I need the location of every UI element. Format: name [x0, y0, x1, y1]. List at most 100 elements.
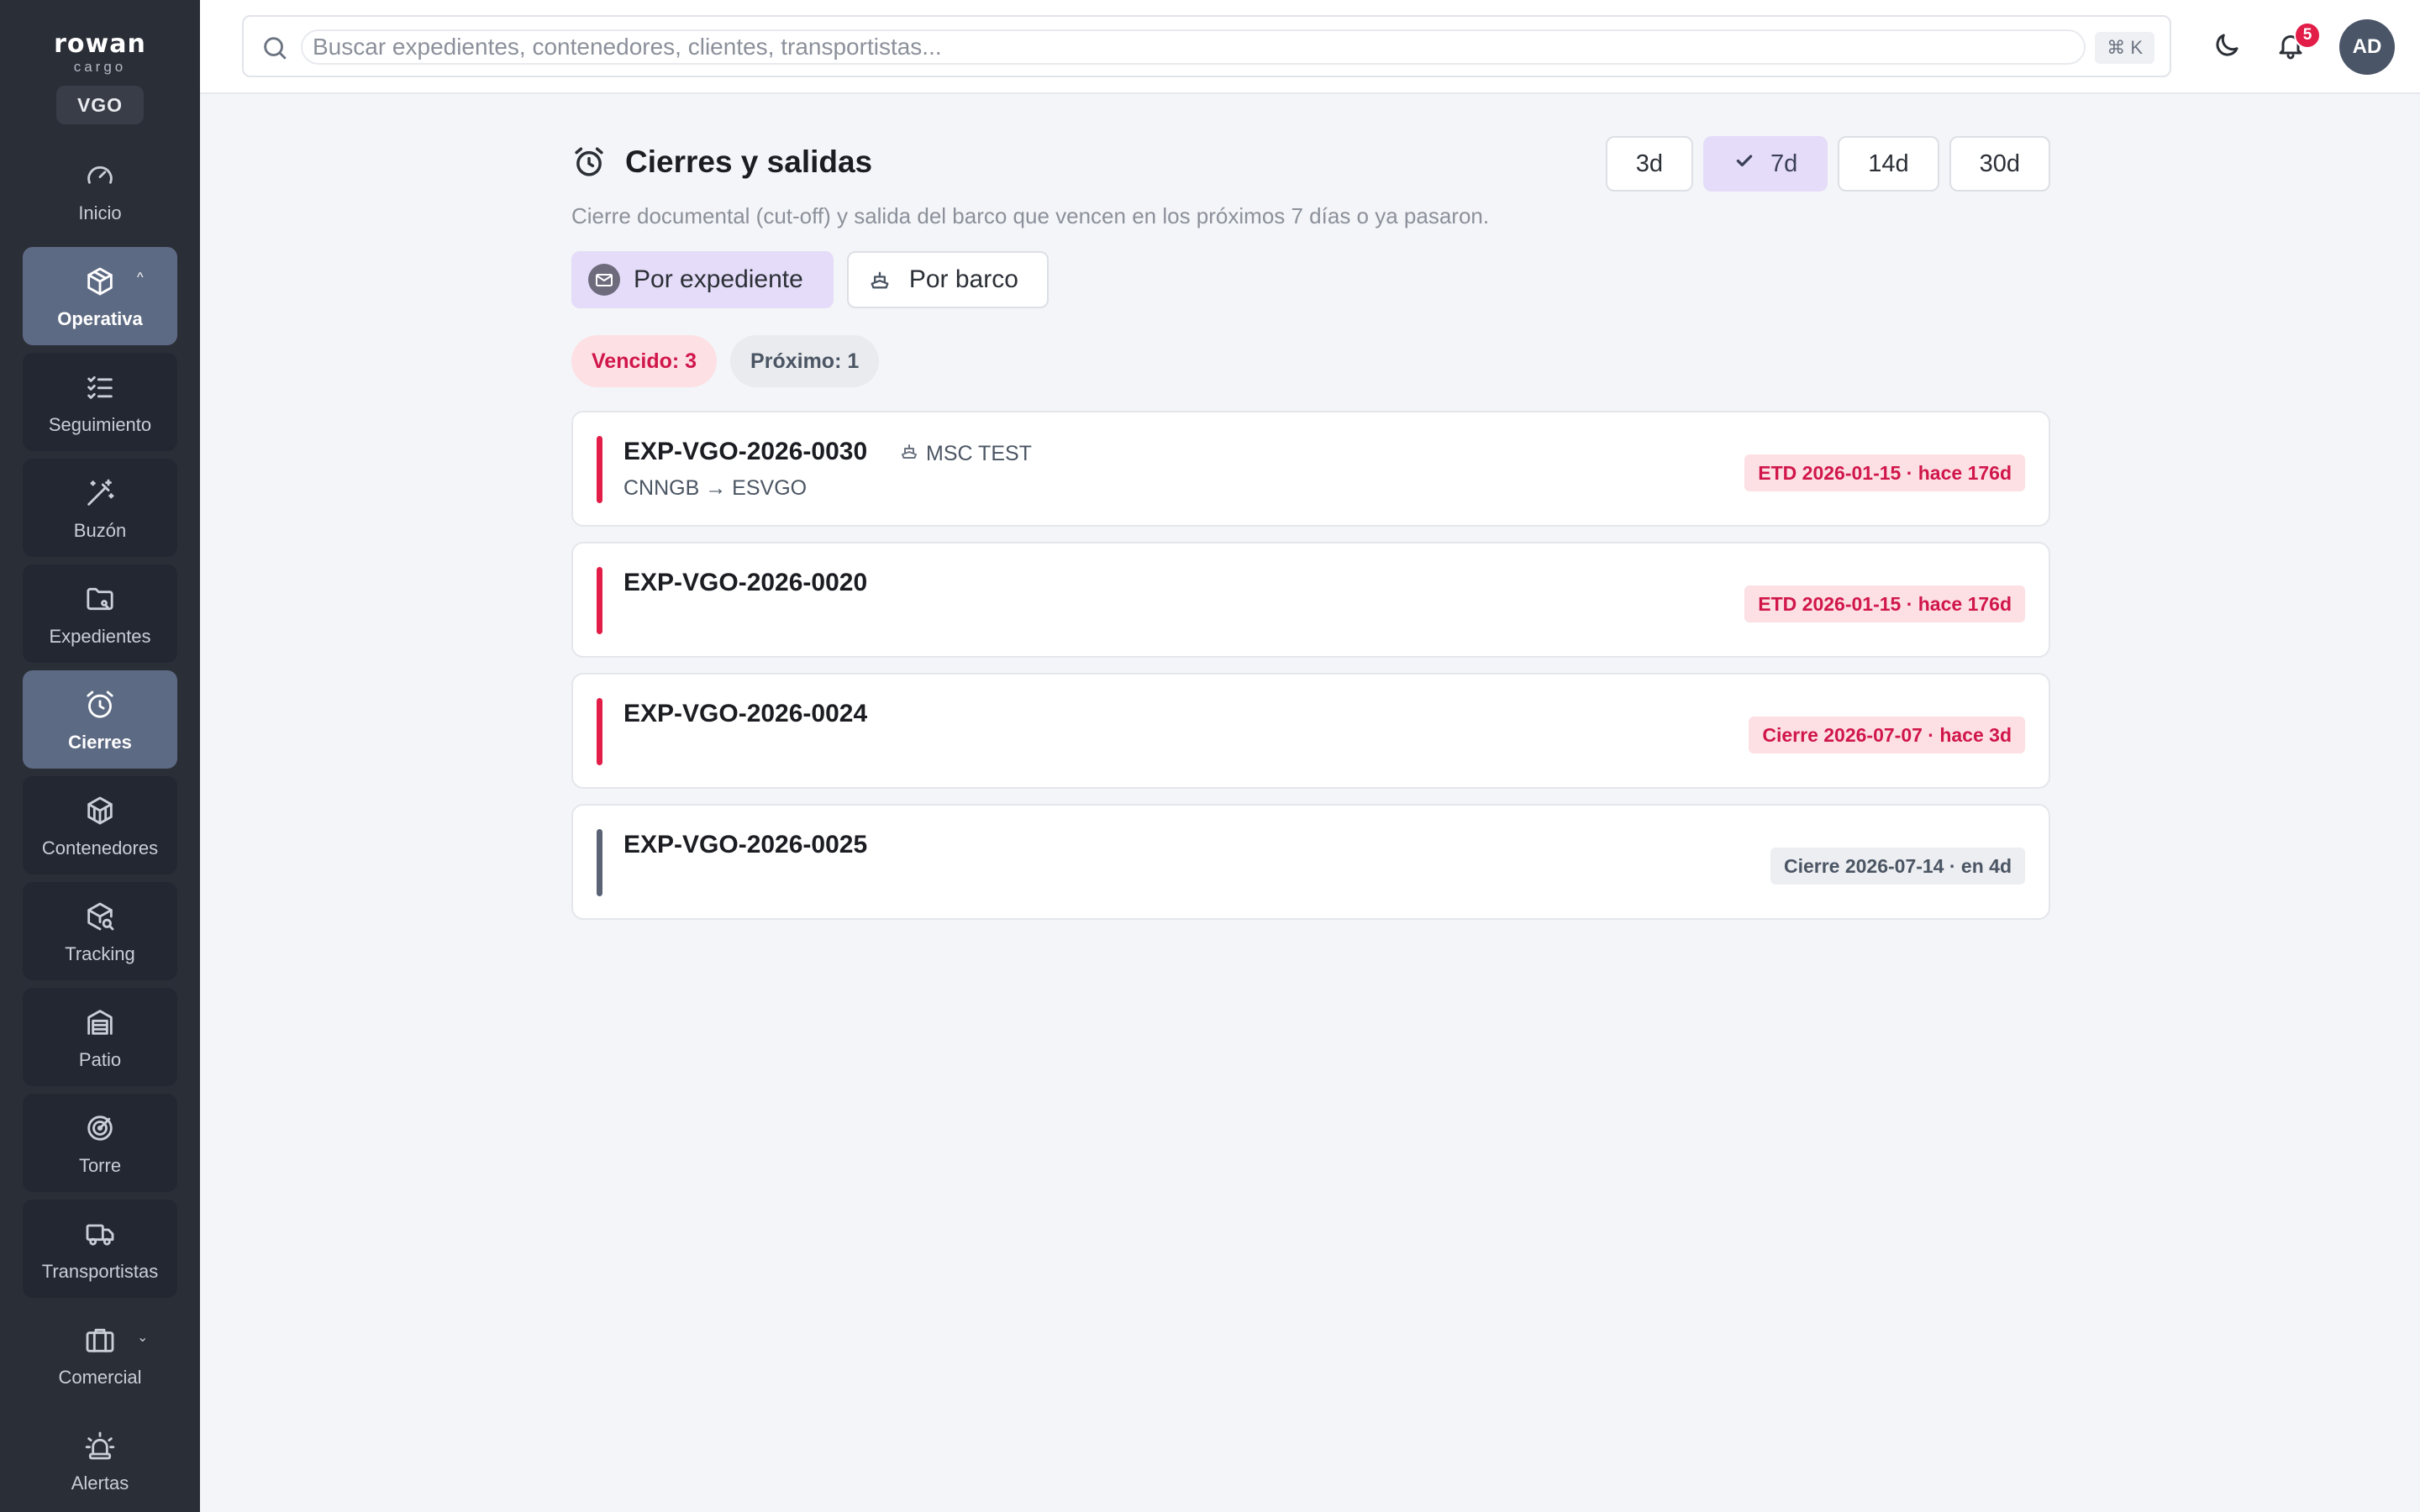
checklist-icon — [82, 369, 118, 406]
sidebar-item-seguimiento[interactable]: Seguimiento — [23, 353, 177, 451]
sidebar-item-label: Cierres — [68, 731, 132, 753]
range-label: 30d — [1979, 150, 2020, 177]
sidebar-item-label: Contenedores — [41, 837, 159, 858]
status-indicator-bar — [597, 567, 602, 634]
deadline-card[interactable]: EXP-VGO-2026-0024 Cierre 2026-07-07 · hac… — [571, 673, 2050, 789]
search-icon — [260, 34, 289, 62]
radar-icon — [82, 1110, 118, 1147]
sidebar-item-inicio[interactable]: Inicio — [23, 141, 177, 239]
sidebar: rowan cargo VGO Inicio ^ Operativa Seguimie… — [0, 0, 200, 1512]
search-input[interactable] — [301, 29, 2086, 65]
brand-logo[interactable]: rowan cargo — [54, 32, 146, 76]
moon-icon — [2212, 30, 2242, 65]
chevron-up-icon: ^ — [137, 270, 144, 285]
user-avatar[interactable]: AD — [2339, 19, 2395, 75]
search-shortcut-hint: ⌘ K — [2095, 32, 2154, 64]
notification-count-badge: 5 — [2294, 22, 2321, 49]
sidebar-item-torre[interactable]: Torre — [23, 1094, 177, 1192]
alarm-clock-icon — [571, 144, 607, 180]
gauge-icon — [82, 157, 118, 194]
sidebar-item-cierres[interactable]: Cierres — [23, 670, 177, 769]
deadline-card[interactable]: EXP-VGO-2026-0030 MSC TEST CNNGB → ESVGO ET… — [571, 411, 2050, 527]
status-badge: Cierre 2026-07-14 · en 4d — [1770, 848, 2025, 885]
vessel-name: MSC TEST — [926, 442, 1032, 465]
sidebar-item-label: Patio — [78, 1048, 122, 1070]
sidebar-item-patio[interactable]: Patio — [23, 988, 177, 1086]
sidebar-item-transportistas[interactable]: Transportistas — [23, 1200, 177, 1298]
global-search: ⌘ K — [242, 15, 2171, 77]
site-selector[interactable]: VGO — [56, 86, 144, 124]
mail-icon — [588, 264, 620, 296]
view-label: Por barco — [908, 265, 1018, 293]
route: CNNGB → ESVGO — [623, 476, 808, 500]
file-number[interactable]: EXP-VGO-2026-0025 — [623, 831, 867, 859]
view-label: Por expediente — [634, 265, 803, 293]
page-header: Cierres y salidas 3d 7d 14d 30d — [571, 136, 2050, 192]
sidebar-item-label: Transportistas — [41, 1260, 159, 1282]
time-range-selector: 3d 7d 14d 30d — [1605, 136, 2050, 192]
status-indicator-bar — [597, 436, 602, 503]
sidebar-item-label: Alertas — [71, 1472, 129, 1494]
package-search-icon — [82, 898, 118, 935]
sidebar-item-label: Tracking — [65, 942, 135, 964]
file-number[interactable]: EXP-VGO-2026-0020 — [623, 569, 867, 597]
sidebar-item-label: Inicio — [78, 202, 122, 223]
folder-icon — [82, 580, 118, 617]
vessel-tag: MSC TEST — [899, 441, 1032, 467]
topbar: ⌘ K 5 AD — [200, 0, 2420, 94]
siren-icon — [82, 1427, 118, 1464]
status-badge: Cierre 2026-07-07 · hace 3d — [1749, 717, 2025, 753]
sidebar-item-label: Torre — [78, 1154, 122, 1176]
sidebar-item-operativa[interactable]: ^ Operativa — [23, 247, 177, 345]
sidebar-item-label: Expedientes — [49, 625, 151, 647]
range-label: 14d — [1868, 150, 1909, 177]
page-subtitle: Cierre documental (cut-off) y salida del… — [571, 203, 1490, 228]
sidebar-item-buzon[interactable]: Buzón — [23, 459, 177, 557]
brand-subtitle: cargo — [73, 59, 127, 75]
sidebar-item-alertas[interactable]: Alertas — [23, 1411, 177, 1509]
brand-name: rowan — [54, 29, 146, 59]
summary-pills: Vencido: 3 Próximo: 1 — [571, 335, 2050, 387]
range-7d-button[interactable]: 7d — [1702, 136, 1828, 192]
warehouse-icon — [82, 1004, 118, 1041]
file-number[interactable]: EXP-VGO-2026-0030 — [623, 438, 867, 466]
deadline-card[interactable]: EXP-VGO-2026-0020 ETD 2026-01-15 · hace 1… — [571, 542, 2050, 658]
file-number[interactable]: EXP-VGO-2026-0024 — [623, 700, 867, 728]
sidebar-item-label: Comercial — [58, 1366, 142, 1388]
ship-icon — [864, 264, 896, 296]
range-3d-button[interactable]: 3d — [1605, 136, 1693, 192]
ship-icon — [899, 441, 919, 467]
overdue-count-pill[interactable]: Vencido: 3 — [571, 335, 718, 387]
truck-icon — [82, 1215, 118, 1252]
deadline-card[interactable]: EXP-VGO-2026-0025 Cierre 2026-07-14 · en … — [571, 804, 2050, 920]
alarm-clock-icon — [82, 686, 118, 723]
range-14d-button[interactable]: 14d — [1838, 136, 1939, 192]
package-icon — [82, 263, 118, 300]
notifications-button[interactable]: 5 — [2269, 22, 2321, 69]
range-30d-button[interactable]: 30d — [1949, 136, 2050, 192]
sidebar-item-label: Buzón — [73, 519, 127, 541]
view-by-vessel-button[interactable]: Por barco — [846, 251, 1049, 308]
sidebar-item-label: Operativa — [57, 307, 143, 329]
status-badge: ETD 2026-01-15 · hace 176d — [1744, 585, 2025, 622]
container-icon — [82, 792, 118, 829]
main-content: Cierres y salidas 3d 7d 14d 30d Cierre docu… — [571, 136, 2050, 920]
range-label: 7d — [1770, 150, 1798, 177]
sidebar-item-contenedores[interactable]: Contenedores — [23, 776, 177, 874]
sidebar-item-label: Seguimiento — [48, 413, 152, 435]
chevron-down-icon: ⌄ — [137, 1331, 149, 1345]
view-mode-toggle: Por expediente Por barco — [571, 251, 2050, 308]
theme-toggle-button[interactable] — [2205, 25, 2249, 69]
view-by-file-button[interactable]: Por expediente — [571, 251, 834, 308]
sidebar-item-comercial[interactable]: ⌄ Comercial — [23, 1305, 177, 1404]
upcoming-count-pill[interactable]: Próximo: 1 — [730, 335, 880, 387]
deadline-list: EXP-VGO-2026-0030 MSC TEST CNNGB → ESVGO ET… — [571, 411, 2050, 920]
magic-wand-icon — [82, 475, 118, 512]
range-label: 3d — [1635, 150, 1663, 177]
status-badge: ETD 2026-01-15 · hace 176d — [1744, 454, 2025, 491]
page-title: Cierres y salidas — [625, 144, 873, 179]
check-icon — [1733, 150, 1755, 178]
status-indicator-bar — [597, 698, 602, 765]
sidebar-item-expedientes[interactable]: Expedientes — [23, 564, 177, 663]
sidebar-item-tracking[interactable]: Tracking — [23, 882, 177, 980]
